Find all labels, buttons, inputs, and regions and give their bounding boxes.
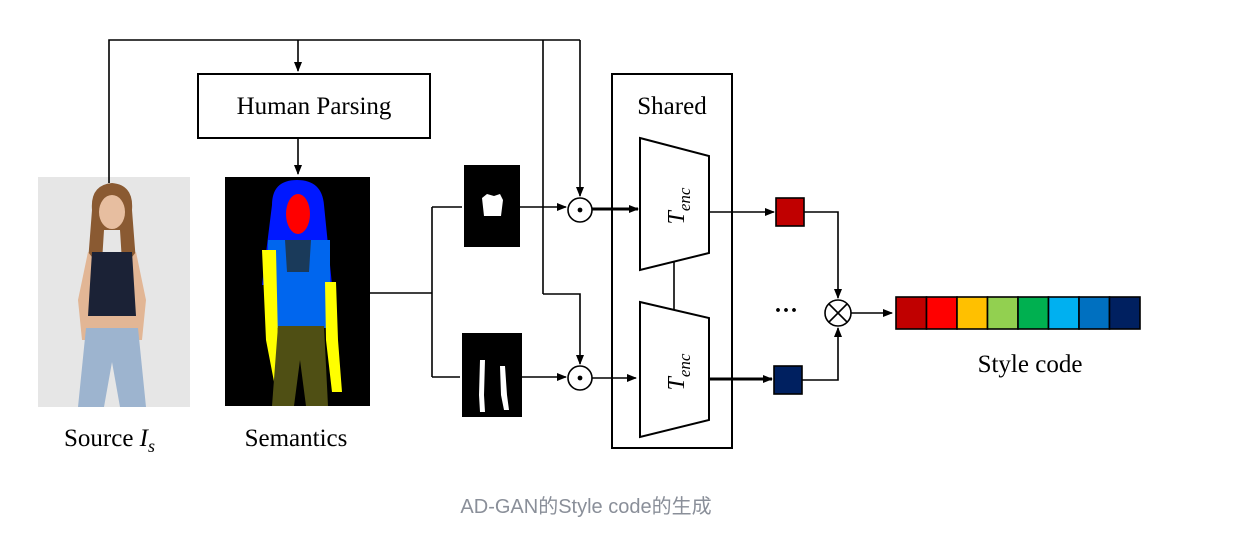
- bottom-product-operator: [567, 365, 593, 391]
- combine-operator: [824, 299, 852, 327]
- shared-encoder-box: Shared Tenc Tenc: [611, 73, 733, 449]
- style-code-cell: [1078, 296, 1111, 330]
- style-code-bar: [895, 296, 1141, 330]
- top-product-operator: [567, 197, 593, 223]
- style-code-cell: [895, 296, 928, 330]
- shared-label: Shared: [637, 93, 707, 120]
- ellipsis: ···: [774, 298, 798, 324]
- human-parsing-label: Human Parsing: [237, 93, 392, 120]
- figure-caption: AD-GAN的Style code的生成: [460, 496, 712, 518]
- arrow-bottom-to-combine: [802, 327, 842, 381]
- bottom-style-vector: [773, 365, 803, 395]
- style-code-cell: [986, 296, 1019, 330]
- source-image: [38, 177, 190, 407]
- bottom-mask-image: [462, 333, 522, 417]
- style-code-cell: [956, 296, 989, 330]
- arrow-to-bottom-product: [543, 293, 584, 365]
- style-code-cell: [1017, 296, 1050, 330]
- style-code-cell: [1108, 296, 1141, 330]
- style-code-label: Style code: [978, 351, 1083, 378]
- arrow-top-to-combine: [804, 211, 842, 299]
- semantics-image: [225, 177, 370, 406]
- human-parsing-box: Human Parsing: [197, 73, 431, 139]
- top-style-vector: [775, 197, 805, 227]
- style-code-cell: [925, 296, 958, 330]
- top-mask-image: [464, 165, 520, 247]
- source-label: Source Is: [64, 425, 155, 456]
- style-code-cell: [1047, 296, 1080, 330]
- semantics-label: Semantics: [245, 425, 348, 452]
